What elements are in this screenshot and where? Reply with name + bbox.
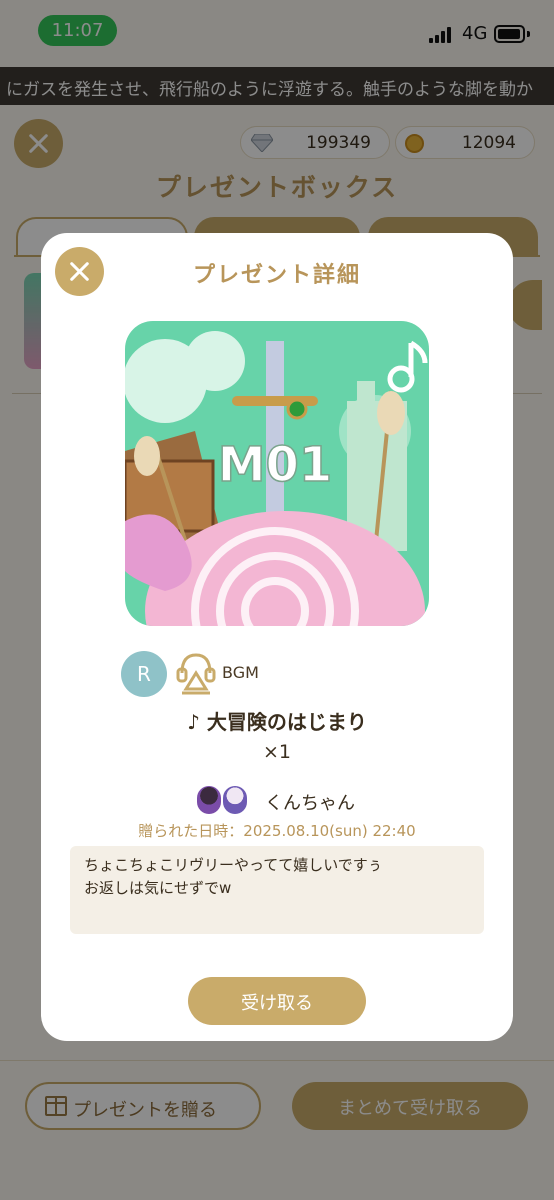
item-artwork-image: M01 — [125, 321, 429, 626]
item-quantity: ×1 — [262, 741, 291, 763]
receive-button-label: 受け取る — [241, 993, 313, 1014]
message-line-2: お返しは気にせずでw — [84, 879, 232, 897]
item-type-label: BGM — [222, 663, 259, 682]
receive-button[interactable]: 受け取る — [188, 977, 366, 1025]
item-art-code: M01 — [218, 437, 333, 493]
sent-date: 贈られた日時：2025.08.10(sun) 22:40 — [138, 822, 416, 840]
sender-avatar-icon — [197, 786, 221, 814]
modal-title: プレゼント詳細 — [192, 263, 361, 288]
item-artwork: M01 — [125, 321, 429, 626]
message-line-1: ちょこちょこリヴリーやってて嬉しいですぅ — [84, 856, 383, 874]
rarity-badge: R — [121, 651, 167, 697]
headphone-icon — [176, 653, 216, 695]
sender-name: くんちゃん — [265, 793, 355, 814]
message-box: ちょこちょこリヴリーやってて嬉しいですぅ お返しは気にせずでw — [70, 846, 484, 934]
sender-avatar-2-icon — [223, 786, 247, 814]
item-name: ♪ 大冒険のはじまり — [187, 710, 367, 734]
present-detail-modal: プレゼント詳細 M01 R BGM ♪ 大冒険のはじまり ×1 くんちゃん 贈ら… — [41, 233, 513, 1041]
